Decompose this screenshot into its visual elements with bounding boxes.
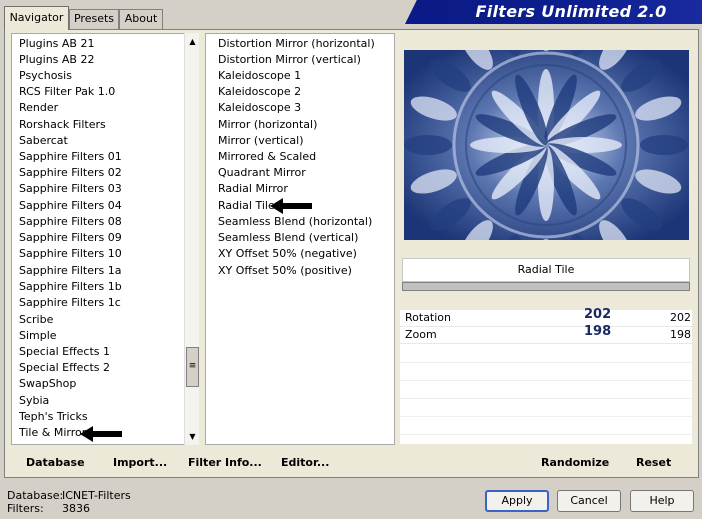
param-value: 198 bbox=[670, 328, 691, 341]
filter-list[interactable]: Distortion Mirror (horizontal) Distortio… bbox=[205, 33, 395, 445]
app-title: Filters Unlimited 2.0 bbox=[475, 2, 667, 21]
category-item[interactable]: Sapphire Filters 08 bbox=[19, 214, 122, 230]
filter-item[interactable]: Quadrant Mirror bbox=[218, 165, 306, 181]
category-item[interactable]: Sapphire Filters 09 bbox=[19, 230, 122, 246]
scroll-thumb[interactable]: ≡ bbox=[186, 347, 199, 387]
filter-info-button[interactable]: Filter Info... bbox=[188, 456, 262, 469]
editor-button[interactable]: Editor... bbox=[281, 456, 329, 469]
category-scrollbar[interactable]: ▲ ≡ ▼ bbox=[184, 33, 199, 445]
category-item[interactable]: Sapphire Filters 1b bbox=[19, 279, 122, 295]
category-item[interactable]: Render bbox=[19, 100, 58, 116]
filter-item[interactable]: Kaleidoscope 3 bbox=[218, 100, 301, 116]
effect-preview-image bbox=[404, 50, 689, 240]
filter-item[interactable]: Mirror (vertical) bbox=[218, 133, 304, 149]
category-item[interactable]: Sybia bbox=[19, 393, 49, 409]
filter-item[interactable]: XY Offset 50% (negative) bbox=[218, 246, 357, 262]
navigator-toolbar: Database Import... Filter Info... Editor… bbox=[11, 451, 396, 474]
param-value: 202 bbox=[670, 311, 691, 324]
category-item[interactable]: Sapphire Filters 1a bbox=[19, 263, 121, 279]
randomize-button[interactable]: Randomize bbox=[541, 456, 609, 469]
param-row-zoom[interactable]: Zoom 198 198 bbox=[400, 324, 692, 344]
category-item[interactable]: Plugins AB 21 bbox=[19, 36, 94, 52]
database-button[interactable]: Database bbox=[26, 456, 85, 469]
param-slider-value[interactable]: 198 bbox=[584, 324, 611, 339]
apply-button[interactable]: Apply bbox=[485, 490, 549, 512]
category-item[interactable]: Sapphire Filters 1c bbox=[19, 295, 121, 311]
category-item[interactable]: Sapphire Filters 01 bbox=[19, 149, 122, 165]
status-filters: Filters: 3836 bbox=[7, 502, 90, 515]
filter-item[interactable]: Mirror (horizontal) bbox=[218, 117, 317, 133]
filter-item[interactable]: Mirrored & Scaled bbox=[218, 149, 316, 165]
category-item[interactable]: Teph's Tricks bbox=[19, 409, 88, 425]
param-row-rotation[interactable]: Rotation 202 202 bbox=[400, 307, 692, 327]
filter-item[interactable]: Radial Mirror bbox=[218, 181, 288, 197]
arrow-pointer-icon bbox=[80, 426, 122, 442]
category-item[interactable]: Plugins AB 22 bbox=[19, 52, 94, 68]
category-item-selected[interactable]: Tile & Mirror bbox=[19, 425, 86, 441]
category-item[interactable]: SwapShop bbox=[19, 376, 76, 392]
filter-item[interactable]: Kaleidoscope 2 bbox=[218, 84, 301, 100]
filter-item[interactable]: Kaleidoscope 1 bbox=[218, 68, 301, 84]
status-label: Database: bbox=[7, 489, 64, 502]
param-slider-value[interactable]: 202 bbox=[584, 307, 611, 322]
import-button[interactable]: Import... bbox=[113, 456, 167, 469]
reset-button[interactable]: Reset bbox=[636, 456, 671, 469]
category-list[interactable]: Plugins AB 21 Plugins AB 22 Psychosis RC… bbox=[11, 33, 199, 445]
arrow-pointer-icon bbox=[270, 198, 312, 214]
category-item[interactable]: Rorshack Filters bbox=[19, 117, 106, 133]
tab-about[interactable]: About bbox=[119, 9, 163, 29]
filter-item-selected[interactable]: Radial Tile bbox=[218, 198, 275, 214]
category-item[interactable]: Simple bbox=[19, 328, 57, 344]
category-item[interactable]: Scribe bbox=[19, 312, 53, 328]
divider bbox=[400, 362, 692, 363]
filter-item[interactable]: Distortion Mirror (horizontal) bbox=[218, 36, 375, 52]
scroll-down-icon[interactable]: ▼ bbox=[185, 430, 200, 444]
divider bbox=[400, 398, 692, 399]
parameter-panel: Rotation 202 202 Zoom 198 198 bbox=[400, 307, 692, 444]
help-button[interactable]: Help bbox=[630, 490, 694, 512]
status-value: 3836 bbox=[62, 502, 90, 515]
status-label: Filters: bbox=[7, 502, 44, 515]
param-label: Zoom bbox=[405, 328, 437, 341]
param-label: Rotation bbox=[405, 311, 452, 324]
category-item[interactable]: Sapphire Filters 10 bbox=[19, 246, 122, 262]
category-item[interactable]: Sapphire Filters 04 bbox=[19, 198, 122, 214]
cancel-button[interactable]: Cancel bbox=[557, 490, 621, 512]
effect-name-label: Radial Tile bbox=[402, 258, 690, 282]
status-value: ICNET-Filters bbox=[62, 489, 131, 502]
divider bbox=[400, 434, 692, 435]
progress-bar bbox=[402, 282, 690, 291]
filter-item[interactable]: Distortion Mirror (vertical) bbox=[218, 52, 361, 68]
scroll-up-icon[interactable]: ▲ bbox=[185, 35, 200, 49]
category-item[interactable]: Sapphire Filters 02 bbox=[19, 165, 122, 181]
filter-item[interactable]: Seamless Blend (vertical) bbox=[218, 230, 358, 246]
status-database: Database: ICNET-Filters bbox=[7, 489, 131, 502]
filter-item[interactable]: Seamless Blend (horizontal) bbox=[218, 214, 372, 230]
tab-navigator[interactable]: Navigator bbox=[4, 6, 69, 30]
preview-toolbar: Randomize Reset bbox=[400, 451, 692, 474]
divider bbox=[400, 380, 692, 381]
tab-presets[interactable]: Presets bbox=[69, 9, 119, 29]
category-item[interactable]: Special Effects 1 bbox=[19, 344, 110, 360]
category-item[interactable]: Sabercat bbox=[19, 133, 68, 149]
category-item[interactable]: Sapphire Filters 03 bbox=[19, 181, 122, 197]
category-item[interactable]: Psychosis bbox=[19, 68, 72, 84]
filter-item[interactable]: XY Offset 50% (positive) bbox=[218, 263, 352, 279]
category-item[interactable]: Special Effects 2 bbox=[19, 360, 110, 376]
divider bbox=[400, 416, 692, 417]
category-item[interactable]: RCS Filter Pak 1.0 bbox=[19, 84, 115, 100]
